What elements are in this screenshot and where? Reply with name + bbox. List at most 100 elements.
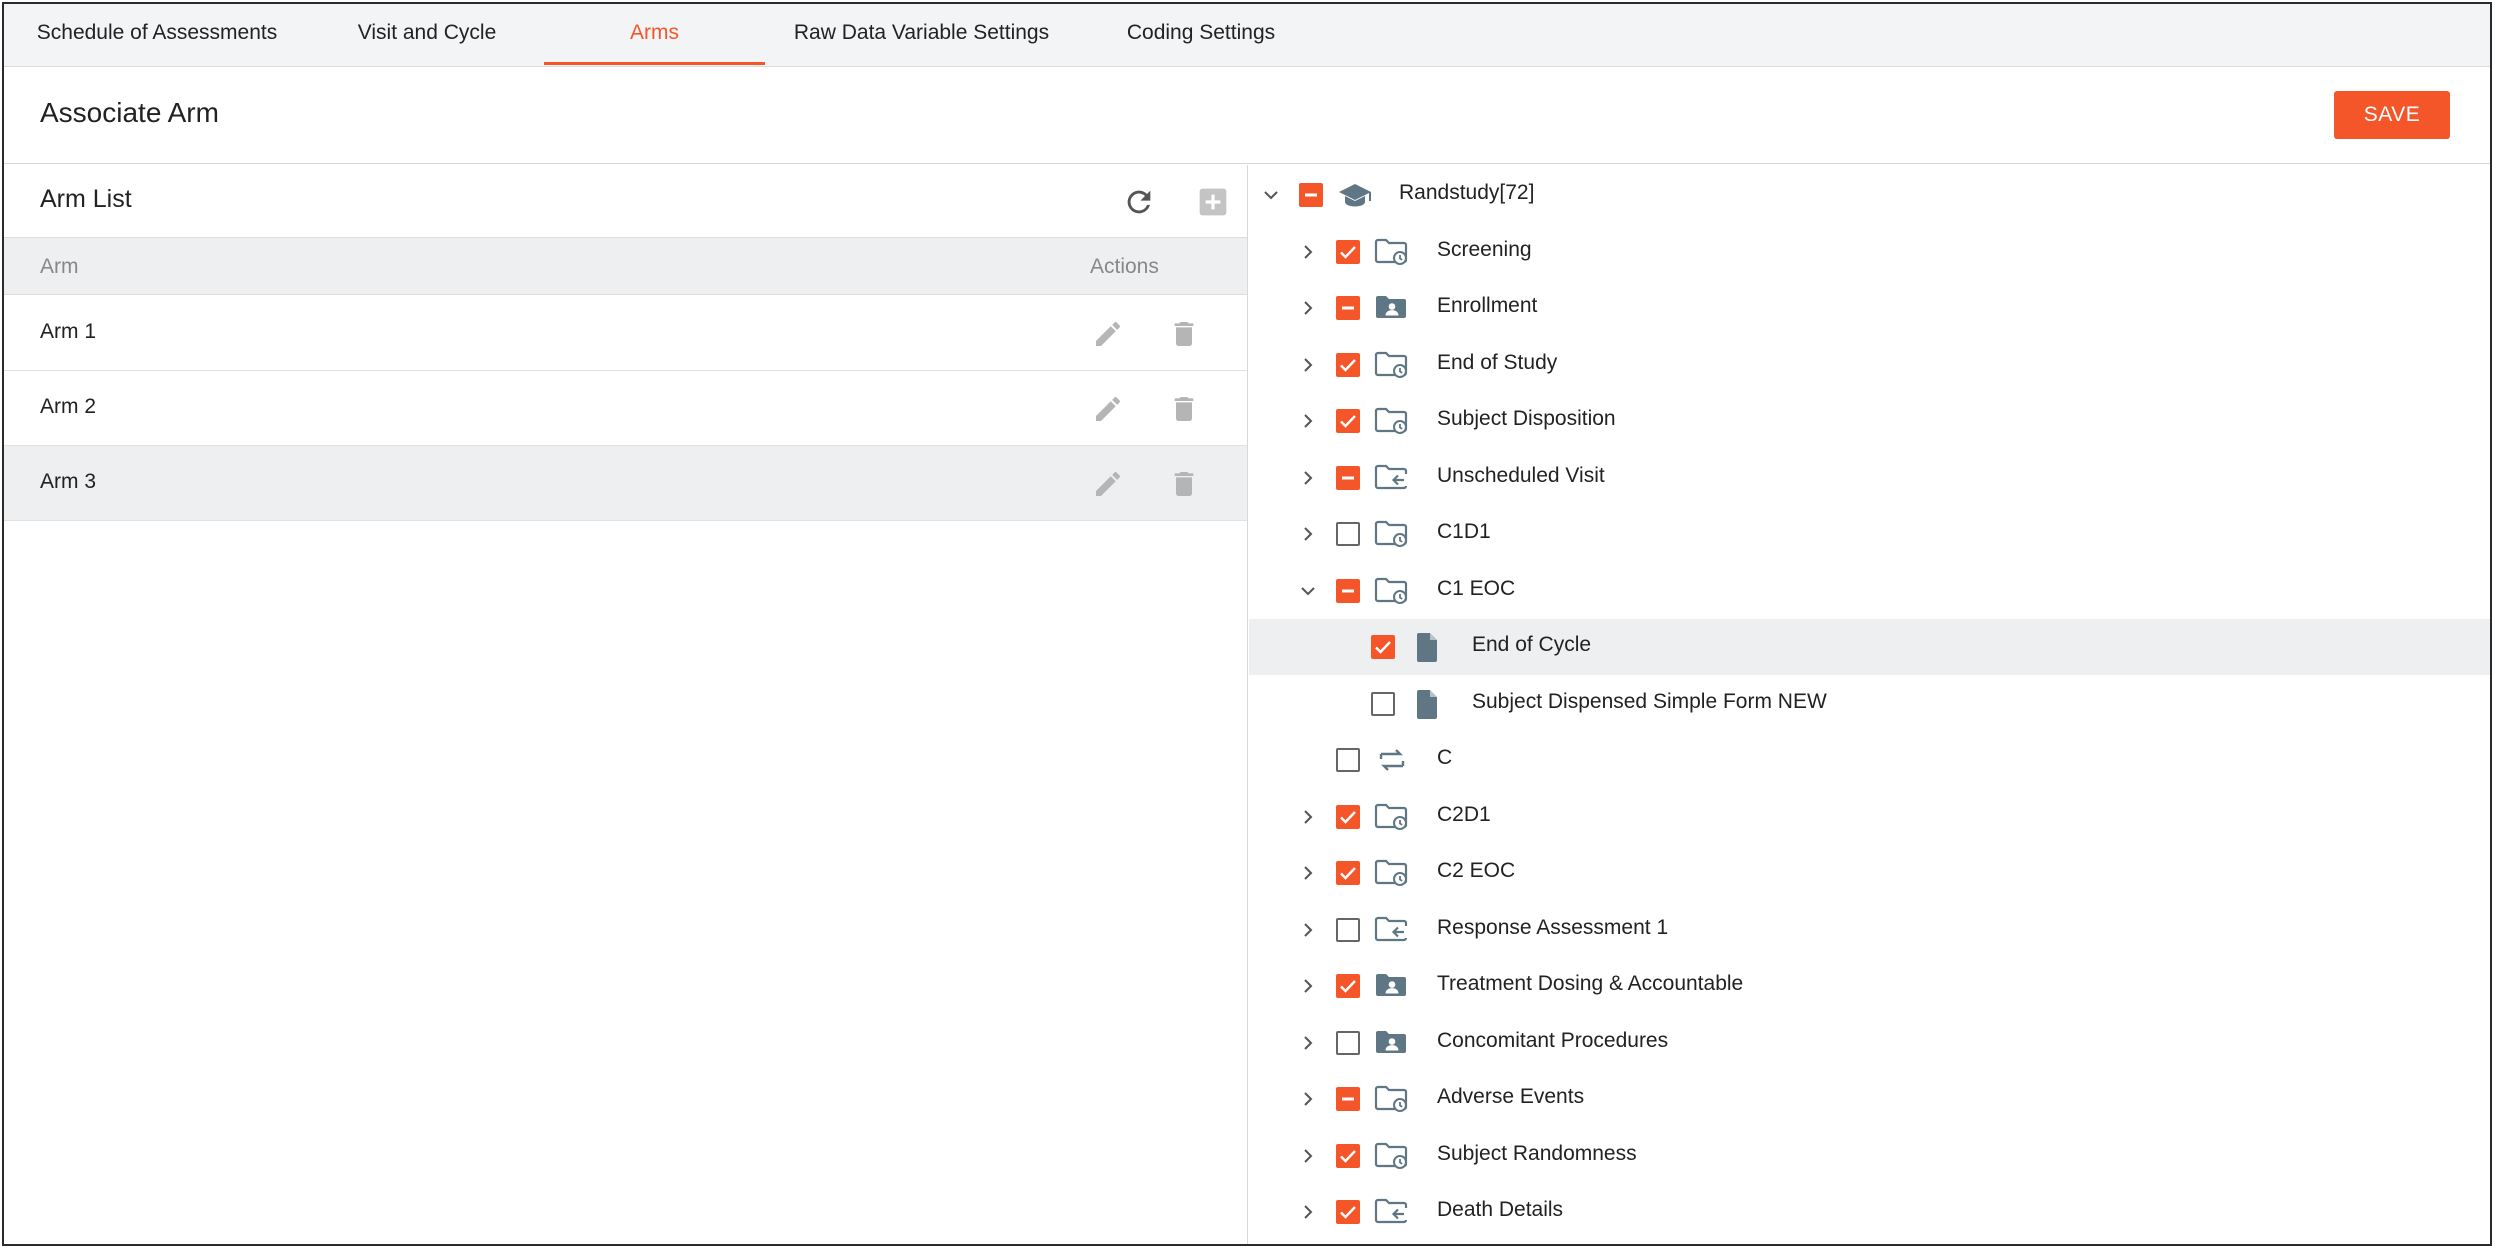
checkmark-icon [1340,358,1356,372]
tab-raw-data-variable-settings[interactable]: Raw Data Variable Settings [765,4,1078,65]
chevron-right-icon[interactable] [1296,1087,1320,1111]
tree-row[interactable]: Randstudy[72] [1249,167,2490,223]
folder-clock-icon [1374,803,1408,830]
tree-row[interactable]: Subject Randomness [1249,1128,2490,1184]
tree-row[interactable]: Screening [1249,224,2490,280]
page-header: Associate Arm SAVE [4,67,2490,164]
tree-row[interactable]: Enrollment [1249,280,2490,336]
chevron-right-icon[interactable] [1296,805,1320,829]
tree-node-label: C1 EOC [1437,576,1516,600]
chevron-right-icon[interactable] [1296,861,1320,885]
tree-checkbox[interactable] [1336,352,1360,377]
chevron-down-icon[interactable] [1259,183,1283,207]
tree-checkbox[interactable] [1336,1030,1360,1055]
delete-icon[interactable] [1168,393,1200,425]
tree-checkbox[interactable] [1336,239,1360,264]
tab-visit-and-cycle[interactable]: Visit and Cycle [310,4,544,65]
add-arm-icon[interactable] [1197,186,1229,218]
tree-node-label: End of Study [1437,350,1558,374]
tree-checkbox[interactable] [1336,465,1360,490]
chevron-right-icon[interactable] [1296,409,1320,433]
tree-checkbox[interactable] [1336,409,1360,433]
folder-clock-icon [1374,577,1408,604]
chevron-right-icon[interactable] [1296,1031,1320,1055]
tree-row[interactable]: C2D1 [1249,789,2490,845]
arm-list-panel: Arm List Arm Actions Arm 1 Arm 2 Arm 3 [4,165,1248,1244]
chevron-right-icon[interactable] [1296,353,1320,377]
delete-icon[interactable] [1168,468,1200,500]
tree-row[interactable]: Unscheduled Visit [1249,450,2490,506]
folder-arrow-icon [1374,1198,1410,1224]
tree-checkbox[interactable] [1336,748,1360,772]
delete-icon[interactable] [1168,318,1200,350]
checkmark-icon [1340,245,1356,259]
save-button[interactable]: SAVE [2334,91,2450,139]
chevron-right-icon[interactable] [1296,1200,1320,1224]
minus-icon [1342,476,1354,479]
tree-node-label: Subject Dispensed Simple Form NEW [1472,689,1827,713]
chevron-right-icon[interactable] [1296,240,1320,264]
checkmark-icon [1340,1206,1356,1219]
folder-clock-icon [1374,351,1408,378]
tree-node-label: Treatment Dosing & Accountable [1437,972,1744,995]
checkmark-icon [1340,415,1356,428]
tab-schedule-of-assessments[interactable]: Schedule of Assessments [4,4,310,65]
table-row[interactable]: Arm 1 [4,296,1247,371]
edit-icon[interactable] [1092,393,1124,425]
page-title: Associate Arm [40,97,219,128]
tree-node-label: Unscheduled Visit [1437,463,1605,487]
tree-row[interactable]: Treatment Dosing & Accountable [1249,958,2490,1014]
tree-node-label: Subject Randomness [1437,1141,1637,1165]
refresh-icon[interactable] [1122,185,1156,219]
tree-checkbox[interactable] [1371,691,1395,716]
chevron-right-icon[interactable] [1296,522,1320,546]
checkmark-icon [1375,641,1391,654]
tree-checkbox[interactable] [1336,1087,1360,1111]
tree-checkbox[interactable] [1371,635,1395,659]
chevron-right-icon[interactable] [1296,918,1320,942]
chevron-right-icon[interactable] [1296,466,1320,490]
tree-node-label: Response Assessment 1 [1437,915,1669,939]
tree-checkbox[interactable] [1336,578,1360,603]
arm-table-header: Arm Actions [4,237,1247,295]
chevron-right-icon[interactable] [1296,1144,1320,1168]
tree-node-label: End of Cycle [1472,633,1592,656]
tree-row[interactable]: C2 EOC [1249,845,2490,901]
tree-checkbox[interactable] [1299,183,1323,207]
tree-row[interactable]: C1D1 [1249,506,2490,562]
tree-node-label: C2 EOC [1437,859,1516,882]
tab-coding-settings[interactable]: Coding Settings [1078,4,1324,65]
tree-checkbox[interactable] [1336,522,1360,546]
chevron-right-icon[interactable] [1296,296,1320,320]
tree-checkbox[interactable] [1336,1200,1360,1224]
tree-checkbox[interactable] [1336,861,1360,885]
tree-row[interactable]: C1 EOC [1249,563,2490,619]
tree-row[interactable]: Response Assessment 1 [1249,902,2490,958]
tab-arms[interactable]: Arms [544,4,765,65]
tree-node-label: Subject Disposition [1437,407,1616,430]
tree-checkbox[interactable] [1336,974,1360,998]
minus-icon [1305,193,1317,197]
tree-checkbox[interactable] [1336,804,1360,829]
edit-icon[interactable] [1092,468,1124,500]
tree-row[interactable]: Death Details [1249,1184,2490,1240]
tree-checkbox[interactable] [1336,296,1360,320]
chevron-right-icon[interactable] [1296,974,1320,998]
document-icon [1417,633,1437,662]
tree-row[interactable]: End of Study [1249,337,2490,393]
table-row[interactable]: Arm 2 [4,371,1247,446]
tree-checkbox[interactable] [1336,917,1360,942]
tree-row[interactable]: Concomitant Procedures [1249,1015,2490,1071]
tree-row[interactable]: Adverse Events [1249,1071,2490,1127]
tree-row[interactable]: Subject Disposition [1249,393,2490,449]
minus-icon [1342,589,1354,592]
tree-row[interactable]: End of Cycle [1249,619,2490,675]
tree-row[interactable]: Subject Dispensed Simple Form NEW [1249,676,2490,732]
folder-clock-icon [1374,859,1408,886]
table-row[interactable]: Arm 3 [4,446,1247,521]
tree-checkbox[interactable] [1336,1143,1360,1168]
arm-name: Arm 3 [40,470,97,493]
edit-icon[interactable] [1092,318,1124,350]
chevron-down-icon[interactable] [1296,579,1320,603]
tree-row[interactable]: C [1249,732,2490,788]
